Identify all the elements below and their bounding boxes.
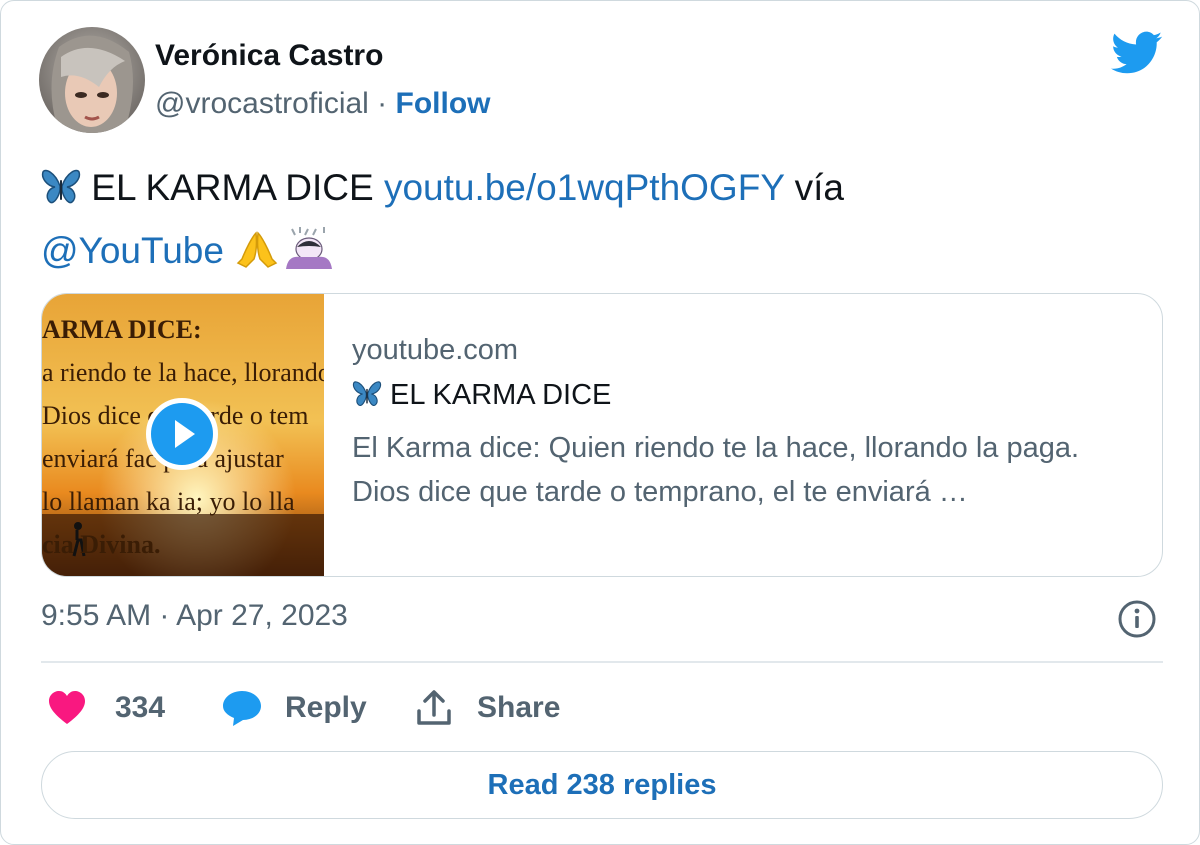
thumbnail-line: lo llaman ka ia; yo lo lla [42,487,295,516]
thumbnail-line: a riendo te la hace, llorando [42,358,324,387]
thumbnail-line: ARMA DICE: [42,315,202,344]
tweet-embed: Verónica Castro @vrocastroficial · Follo… [0,0,1200,845]
butterfly-icon [352,380,382,416]
card-domain: youtube.com [352,334,519,366]
butterfly-icon [41,165,81,222]
divider [41,661,1163,663]
tweet-via: vía [784,167,844,208]
card-title: EL KARMA DICE [352,379,1132,416]
thumbnail-line: cia Divina. [42,530,161,559]
author-name[interactable]: Verónica Castro [155,39,383,73]
author-handle[interactable]: @vrocastroficial [155,87,369,120]
reply-label: Reply [285,691,367,724]
tweet-link[interactable]: youtu.be/o1wqPthOGFY [384,167,784,208]
tweet-text: EL KARMA DICE youtu.be/o1wqPthOGFY vía @… [41,159,1151,285]
reply-button[interactable]: Reply [221,685,367,731]
person-bowing-icon [280,225,338,285]
handle-separator: · [368,87,396,120]
play-button-icon[interactable] [146,398,218,470]
tweet-text-main: EL KARMA DICE [81,167,384,208]
folded-hands-icon [234,228,280,285]
like-count: 334 [115,691,166,724]
card-title-text: EL KARMA DICE [382,379,612,411]
tweet-timestamp[interactable]: 9:55 AM · Apr 27, 2023 [41,599,348,633]
share-button[interactable]: Share [415,685,560,731]
speech-bubble-icon [223,691,261,726]
read-replies-button[interactable]: Read 238 replies [41,751,1163,819]
link-preview-card[interactable]: ARMA DICE: a riendo te la hace, llorando… [41,293,1163,577]
follow-button[interactable]: Follow [396,87,491,120]
share-label: Share [477,691,561,724]
handle-line: @vrocastroficial · Follow [155,87,491,121]
card-info: youtube.com EL KARMA DICE El Karma dice:… [352,334,1132,514]
heart-icon [49,691,85,724]
info-icon[interactable] [1117,599,1157,639]
video-thumbnail[interactable]: ARMA DICE: a riendo te la hace, llorando… [42,294,324,576]
avatar[interactable] [39,27,145,133]
youtube-mention[interactable]: @YouTube [41,230,224,271]
card-description: El Karma dice: Quien riendo te la hace, … [352,432,1080,508]
like-button[interactable]: 334 [47,685,165,731]
twitter-bird-icon[interactable] [1111,31,1163,77]
share-icon [417,690,451,725]
